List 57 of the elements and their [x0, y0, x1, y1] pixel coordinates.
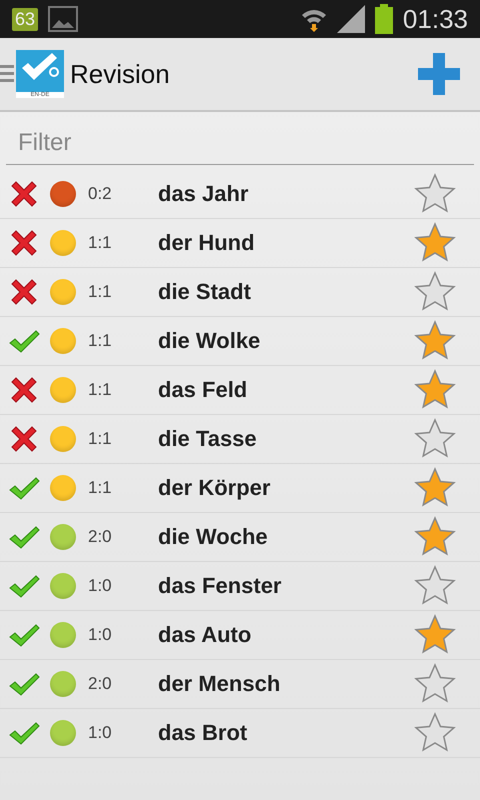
add-button[interactable]: [416, 51, 462, 97]
score: 1:1: [88, 233, 113, 253]
screen-title: Revision: [70, 58, 170, 90]
word: der Hund: [158, 230, 256, 256]
word-row[interactable]: 1:1 die Wolke: [0, 317, 480, 366]
word-row[interactable]: 1:0 das Fenster: [0, 562, 480, 611]
word: das Jahr: [158, 181, 250, 207]
score: 1:1: [88, 429, 113, 449]
star-button[interactable]: [414, 271, 456, 313]
word: die Stadt: [158, 279, 252, 305]
score: 1:0: [88, 625, 113, 645]
star-button[interactable]: [414, 222, 456, 264]
word: das Brot: [158, 720, 248, 746]
star-button[interactable]: [414, 467, 456, 509]
star-button[interactable]: [414, 565, 456, 607]
image-icon: [48, 6, 78, 32]
star-button[interactable]: [414, 614, 456, 656]
score: 1:0: [88, 723, 113, 743]
word-row[interactable]: 1:0 das Brot: [0, 709, 480, 758]
score: 1:0: [88, 576, 113, 596]
word: die Woche: [158, 524, 269, 550]
word-row[interactable]: 1:1 die Tasse: [0, 415, 480, 464]
score: 1:1: [88, 478, 113, 498]
menu-icon[interactable]: [0, 63, 14, 85]
score: 0:2: [88, 184, 113, 204]
word: das Feld: [158, 377, 248, 403]
word-row[interactable]: 2:0 der Mensch: [0, 660, 480, 709]
star-button[interactable]: [414, 516, 456, 558]
star-button[interactable]: [414, 173, 456, 215]
word: der Körper: [158, 475, 272, 501]
battery-icon: [374, 4, 393, 34]
notification-count: 63: [12, 8, 38, 30]
word-row[interactable]: 1:0 das Auto: [0, 611, 480, 660]
star-button[interactable]: [414, 320, 456, 362]
star-button[interactable]: [414, 418, 456, 460]
word: der Mensch: [158, 671, 282, 697]
word: die Wolke: [158, 328, 262, 354]
score: 1:1: [88, 282, 113, 302]
star-button[interactable]: [414, 369, 456, 411]
star-button[interactable]: [414, 663, 456, 705]
clock: 01:33: [402, 4, 468, 34]
word-row[interactable]: 0:2 das Jahr: [0, 170, 480, 219]
score: 2:0: [88, 527, 113, 547]
word: die Tasse: [158, 426, 258, 452]
star-button[interactable]: [414, 712, 456, 754]
score: 1:1: [88, 331, 113, 351]
word-row[interactable]: 2:0 die Woche: [0, 513, 480, 562]
word: das Fenster: [158, 573, 282, 599]
word: das Auto: [158, 622, 252, 648]
word-row[interactable]: 1:1 der Körper: [0, 464, 480, 513]
signal-icon: [336, 5, 365, 33]
filter-field[interactable]: Filter: [6, 122, 474, 165]
score: 1:1: [88, 380, 113, 400]
word-row[interactable]: 1:1 die Stadt: [0, 268, 480, 317]
word-row[interactable]: 1:1 das Feld: [0, 366, 480, 415]
score: 2:0: [88, 674, 113, 694]
word-row[interactable]: 1:1 der Hund: [0, 219, 480, 268]
